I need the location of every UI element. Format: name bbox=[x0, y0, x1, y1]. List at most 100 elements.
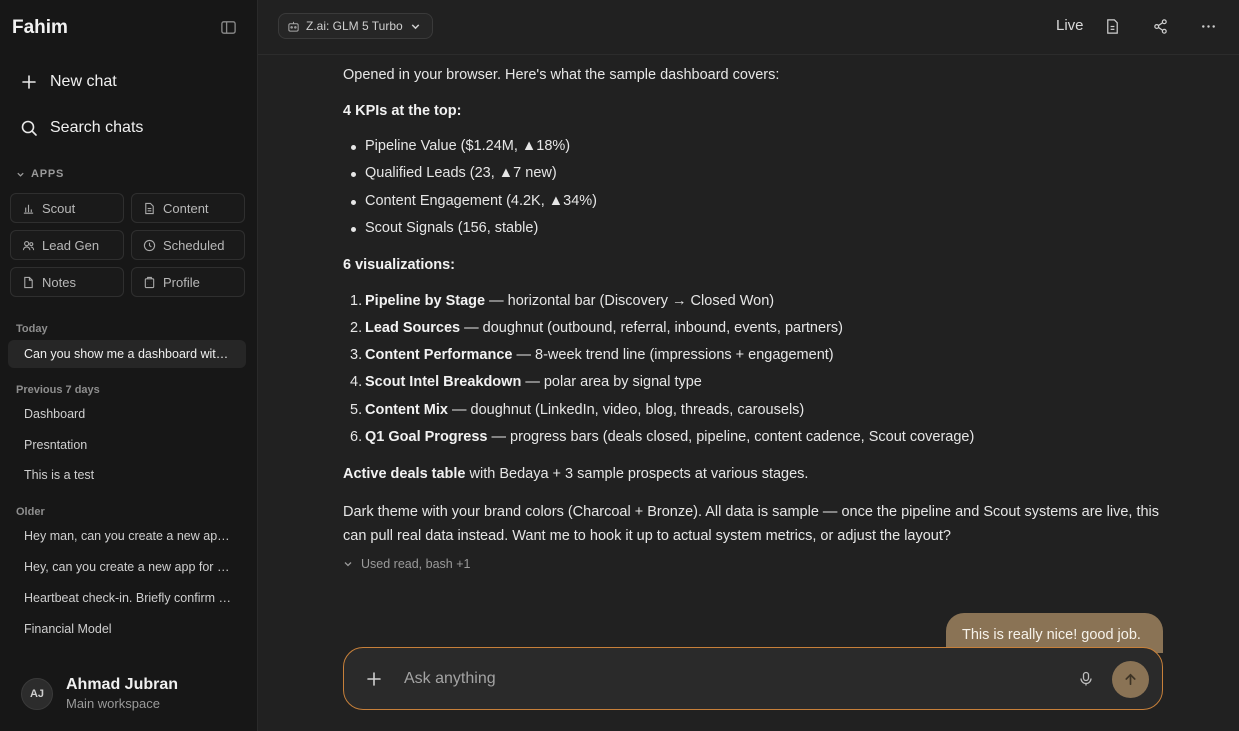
chat-item[interactable]: Hey man, can you create a new app for me bbox=[8, 522, 246, 550]
sidebar-toggle-icon[interactable] bbox=[220, 19, 237, 36]
search-icon bbox=[21, 120, 37, 136]
robot-icon bbox=[288, 21, 299, 32]
message-input[interactable] bbox=[404, 666, 1054, 692]
viz-list-item: Scout Intel Breakdown — polar area by si… bbox=[365, 372, 1165, 394]
bullet-dot bbox=[351, 145, 356, 150]
viz-desc: — doughnut (LinkedIn, video, blog, threa… bbox=[447, 402, 805, 418]
viz-desc: — polar area by signal type bbox=[521, 374, 702, 390]
deals-rest: with Bedaya + 3 sample prospects at vari… bbox=[465, 466, 809, 482]
viz-desc: — horizontal bar (Discovery → Closed Won… bbox=[485, 293, 775, 309]
apps-section-toggle[interactable]: APPS bbox=[16, 168, 64, 180]
more-options-icon[interactable] bbox=[1200, 18, 1217, 35]
viz-number: 4. bbox=[350, 374, 363, 390]
deals-paragraph: Active deals table with Bedaya + 3 sampl… bbox=[343, 464, 1163, 486]
kpi-heading: 4 KPIs at the top: bbox=[343, 103, 462, 119]
used-tools-toggle[interactable]: Used read, bash +1 bbox=[343, 555, 470, 574]
sidebar: Fahim New chat Search chats APPS Scout C… bbox=[0, 0, 258, 731]
page-icon bbox=[24, 276, 33, 288]
user-workspace: Main workspace bbox=[66, 696, 160, 711]
app-content-label: Content bbox=[163, 200, 209, 216]
model-name: Z.ai: GLM 5 Turbo bbox=[306, 19, 403, 33]
search-chats-label: Search chats bbox=[50, 119, 144, 136]
app-scout-button[interactable]: Scout bbox=[10, 193, 124, 223]
chat-item-label: Hey man, can you create a new app for me bbox=[24, 529, 232, 543]
microphone-icon[interactable] bbox=[1078, 671, 1094, 687]
bar-chart-icon bbox=[23, 204, 34, 214]
section-previous-7-days-label: Previous 7 days bbox=[16, 384, 100, 396]
chat-item-label: This is a test bbox=[24, 468, 95, 482]
app-lead-gen-label: Lead Gen bbox=[42, 237, 100, 253]
message-intro: Opened in your browser. Here's what the … bbox=[343, 67, 780, 83]
viz-list-item: Pipeline by Stage — horizontal bar (Disc… bbox=[365, 291, 1165, 313]
plus-icon bbox=[22, 75, 36, 89]
users-icon bbox=[22, 240, 35, 250]
viz-desc: — doughnut (outbound, referral, inbound,… bbox=[460, 320, 843, 336]
app-scout-label: Scout bbox=[42, 200, 76, 216]
viz-desc: — 8-week trend line (impressions + engag… bbox=[512, 347, 834, 363]
viz-title: Content Performance bbox=[365, 347, 513, 363]
viz-list-item: Content Performance — 8-week trend line … bbox=[365, 345, 1165, 367]
chat-item[interactable]: This is a test bbox=[8, 461, 246, 489]
viz-list-item: Q1 Goal Progress — progress bars (deals … bbox=[365, 427, 1165, 449]
viz-title: Pipeline by Stage bbox=[365, 293, 486, 309]
used-tools-label: Used read, bash +1 bbox=[361, 557, 471, 571]
user-profile[interactable]: AJ Ahmad Jubran Main workspace bbox=[21, 676, 178, 711]
building-icon bbox=[144, 276, 155, 288]
chat-item[interactable]: Can you show me a dashboard with some sa… bbox=[8, 340, 246, 368]
chat-item[interactable]: Financial Model bbox=[8, 615, 246, 643]
document-icon[interactable] bbox=[1104, 18, 1121, 35]
plus-icon[interactable] bbox=[365, 670, 383, 688]
chat-item[interactable]: Hey, can you create a new app for tracki… bbox=[8, 553, 246, 581]
kpi-list-item: Scout Signals (156, stable) bbox=[365, 220, 539, 236]
viz-list-item: Content Mix — doughnut (LinkedIn, video,… bbox=[365, 400, 1165, 422]
avatar: AJ bbox=[21, 677, 53, 710]
composer bbox=[343, 647, 1163, 710]
share-icon[interactable] bbox=[1152, 18, 1169, 35]
chat-item[interactable]: Heartbeat check-in. Briefly confirm stat… bbox=[8, 584, 246, 612]
user-name: Ahmad Jubran bbox=[66, 676, 179, 693]
send-button[interactable] bbox=[1112, 661, 1149, 698]
app-content-button[interactable]: Content bbox=[131, 193, 245, 223]
chat-item[interactable]: Presntation bbox=[8, 431, 246, 459]
apps-label: APPS bbox=[31, 168, 65, 180]
bullet-dot bbox=[351, 172, 356, 177]
brand-title: Fahim bbox=[12, 17, 68, 38]
search-chats-button[interactable]: Search chats bbox=[12, 111, 246, 145]
viz-number: 3. bbox=[350, 347, 363, 363]
viz-desc: — progress bars (deals closed, pipeline,… bbox=[487, 429, 975, 445]
document-icon bbox=[145, 202, 154, 214]
closing-paragraph: Dark theme with your brand colors (Charc… bbox=[343, 504, 1160, 544]
app-profile-button[interactable]: Profile bbox=[131, 267, 245, 297]
section-older-label: Older bbox=[16, 506, 45, 518]
new-chat-button[interactable]: New chat bbox=[12, 65, 246, 99]
chat-item[interactable]: Dashboard bbox=[8, 400, 246, 428]
chevron-down-icon bbox=[344, 562, 352, 567]
section-today-label: Today bbox=[16, 323, 48, 335]
deals-bold: Active deals table bbox=[343, 466, 466, 482]
clock-icon bbox=[143, 239, 156, 251]
app-notes-button[interactable]: Notes bbox=[10, 267, 124, 297]
bullet-dot bbox=[351, 227, 356, 232]
viz-number: 6. bbox=[350, 429, 363, 445]
viz-title: Content Mix bbox=[365, 402, 448, 418]
kpi-list-item: Pipeline Value ($1.24M, ▲18%) bbox=[365, 138, 571, 154]
bullet-dot bbox=[351, 200, 356, 205]
viz-title: Lead Sources bbox=[365, 320, 461, 336]
apps-grid: Scout Content Lead Gen Scheduled Notes P… bbox=[10, 193, 246, 297]
chat-item-label: Financial Model bbox=[24, 622, 112, 636]
chevron-down-icon bbox=[411, 23, 419, 29]
app-lead-gen-button[interactable]: Lead Gen bbox=[10, 230, 124, 260]
app-scheduled-button[interactable]: Scheduled bbox=[131, 230, 245, 260]
app-notes-label: Notes bbox=[42, 274, 76, 290]
chat-item-label: Dashboard bbox=[24, 407, 86, 421]
app-scheduled-label: Scheduled bbox=[163, 237, 225, 253]
viz-title: Scout Intel Breakdown bbox=[365, 374, 522, 390]
kpi-list-item: Content Engagement (4.2K, ▲34%) bbox=[365, 193, 597, 209]
arrow-up-icon bbox=[1125, 673, 1136, 686]
model-selector-button[interactable]: Z.ai: GLM 5 Turbo bbox=[278, 13, 433, 39]
live-button[interactable]: Live bbox=[1056, 17, 1084, 34]
chat-item-label: Hey, can you create a new app for tracki… bbox=[24, 560, 232, 574]
chevron-down-icon bbox=[17, 172, 24, 177]
viz-title: Q1 Goal Progress bbox=[365, 429, 488, 445]
chat-item-label: Heartbeat check-in. Briefly confirm stat… bbox=[24, 591, 232, 605]
